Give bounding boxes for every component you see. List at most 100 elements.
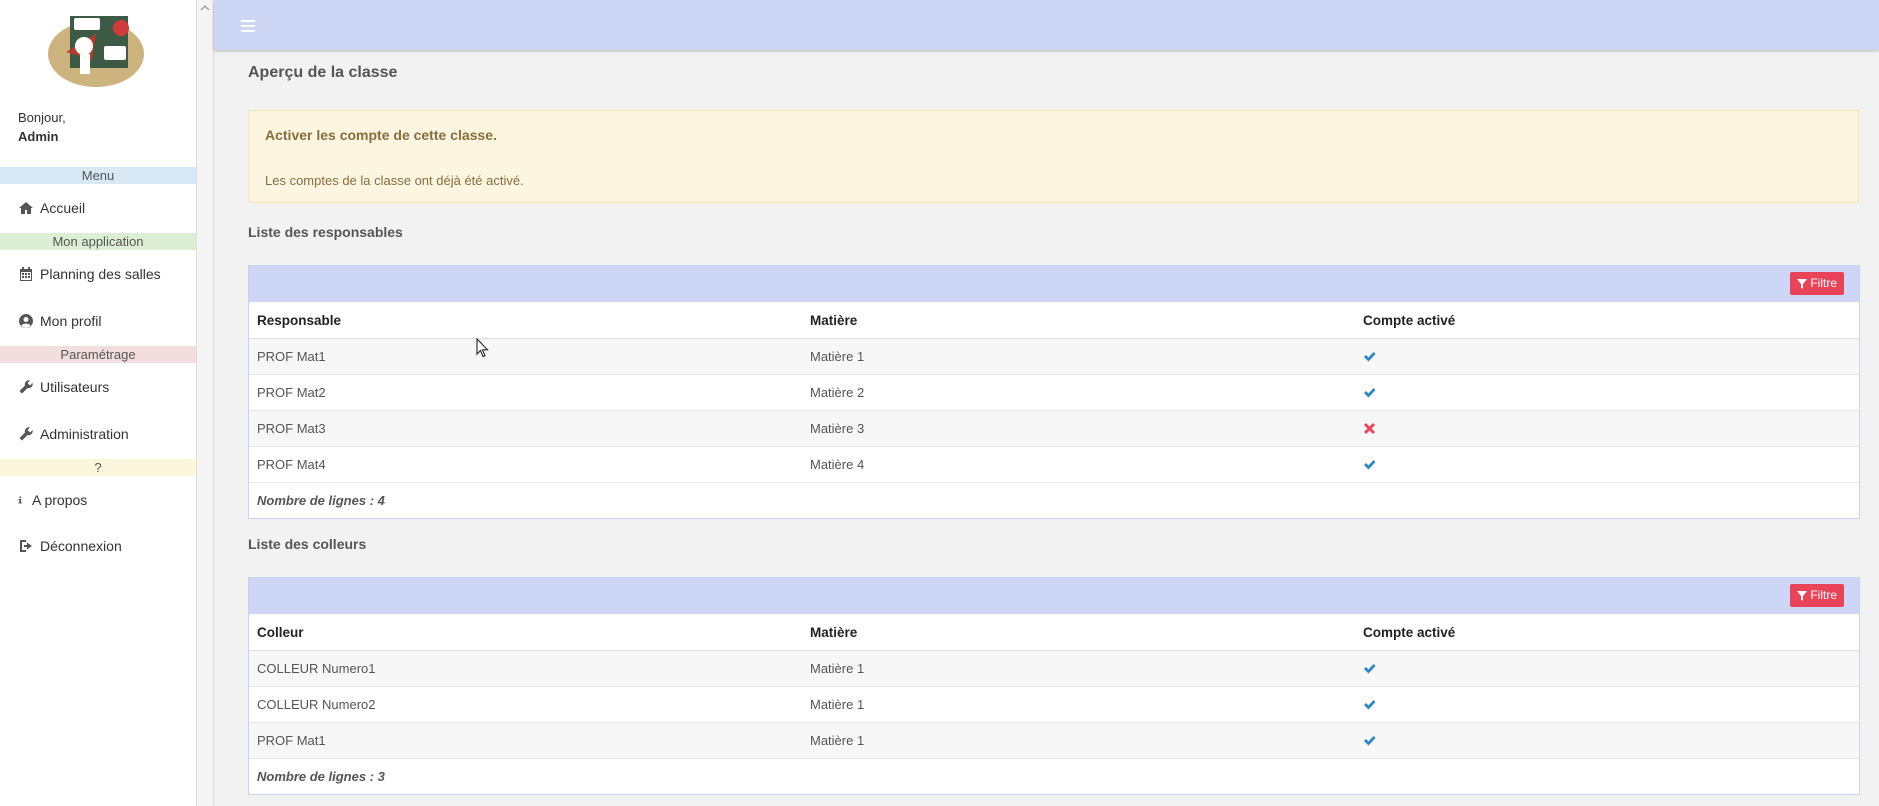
sidebar-scrollbar[interactable] bbox=[197, 0, 214, 806]
section-help: ? bbox=[0, 459, 196, 476]
sidebar-item-users[interactable]: Utilisateurs bbox=[18, 376, 109, 398]
column-header[interactable]: Matière bbox=[802, 302, 1355, 339]
sidebar-item-label: Planning des salles bbox=[40, 266, 161, 282]
cell-subject: Matière 1 bbox=[802, 686, 1355, 723]
cell-active bbox=[1355, 410, 1859, 447]
section-menu: Menu bbox=[0, 167, 196, 184]
greeting: Bonjour, Admin bbox=[18, 108, 66, 146]
filter-icon bbox=[1797, 278, 1808, 289]
top-bar bbox=[214, 0, 1879, 50]
chevron-up-icon[interactable] bbox=[200, 3, 210, 13]
table-row[interactable]: PROF Mat3 Matière 3 bbox=[249, 410, 1859, 447]
responsables-heading: Liste des responsables bbox=[248, 224, 403, 240]
table-row[interactable]: COLLEUR Numero1 Matière 1 bbox=[249, 650, 1859, 687]
cell-active bbox=[1355, 686, 1859, 723]
wrench-icon bbox=[19, 427, 33, 441]
cell-name: PROF Mat2 bbox=[249, 374, 802, 411]
sidebar-item-label: Administration bbox=[40, 426, 129, 442]
sidebar-item-home[interactable]: Accueil bbox=[18, 197, 85, 219]
sidebar-item-label: Accueil bbox=[40, 200, 86, 216]
table-row[interactable]: COLLEUR Numero2 Matière 1 bbox=[249, 686, 1859, 723]
sidebar-item-label: Mon profil bbox=[40, 313, 102, 329]
filter-icon bbox=[1797, 590, 1808, 601]
sidebar-item-label: Utilisateurs bbox=[40, 379, 110, 395]
sidebar-item-admin[interactable]: Administration bbox=[18, 423, 129, 445]
page-title: Aperçu de la classe bbox=[248, 64, 398, 81]
sign-out-icon bbox=[20, 540, 32, 552]
sidebar-item-planning[interactable]: Planning des salles bbox=[18, 263, 161, 285]
sidebar-item-label: A propos bbox=[32, 492, 88, 508]
row-count-text: Nombre de lignes : 3 bbox=[257, 769, 385, 784]
activation-alert: Activer les compte de cette classe. Les … bbox=[248, 110, 1859, 203]
table-header-row: Responsable Matière Compte activé bbox=[249, 302, 1859, 339]
check-icon bbox=[1364, 388, 1376, 398]
cell-active bbox=[1355, 338, 1859, 375]
table-row[interactable]: PROF Mat1 Matière 1 bbox=[249, 338, 1859, 375]
info-icon bbox=[18, 496, 22, 504]
home-icon bbox=[19, 202, 33, 214]
filter-label: Filtre bbox=[1810, 588, 1837, 602]
responsables-table: Responsable Matière Compte activé PROF M… bbox=[249, 302, 1859, 518]
cell-subject: Matière 1 bbox=[802, 338, 1355, 375]
alert-message: Les comptes de la classe ont déjà été ac… bbox=[265, 173, 524, 188]
table-header-row: Colleur Matière Compte activé bbox=[249, 614, 1859, 651]
column-header[interactable]: Colleur bbox=[249, 614, 802, 651]
row-count: Nombre de lignes : 4 bbox=[249, 483, 1859, 519]
table-row[interactable]: PROF Mat2 Matière 2 bbox=[249, 374, 1859, 411]
times-icon bbox=[1364, 423, 1375, 434]
cell-name: PROF Mat3 bbox=[249, 410, 802, 447]
check-icon bbox=[1364, 664, 1376, 674]
table-row[interactable]: PROF Mat4 Matière 4 bbox=[249, 446, 1859, 483]
check-icon bbox=[1364, 460, 1376, 470]
cell-active bbox=[1355, 374, 1859, 411]
calendar-icon bbox=[20, 267, 32, 281]
sidebar-item-label: Déconnexion bbox=[40, 538, 122, 554]
cell-subject: Matière 3 bbox=[802, 410, 1355, 447]
cell-name: PROF Mat1 bbox=[249, 722, 802, 759]
cell-subject: Matière 1 bbox=[802, 722, 1355, 759]
greeting-text: Bonjour, bbox=[18, 110, 66, 125]
wrench-icon bbox=[19, 380, 33, 394]
check-icon bbox=[1364, 736, 1376, 746]
filter-label: Filtre bbox=[1810, 276, 1837, 290]
current-user: Admin bbox=[18, 129, 59, 144]
row-count: Nombre de lignes : 3 bbox=[249, 759, 1859, 795]
column-header[interactable]: Compte activé bbox=[1355, 302, 1859, 339]
mouse-cursor-icon bbox=[476, 338, 489, 358]
filter-button[interactable]: Filtre bbox=[1790, 584, 1844, 607]
cell-subject: Matière 1 bbox=[802, 650, 1355, 687]
section-settings: Paramétrage bbox=[0, 346, 196, 363]
check-icon bbox=[1364, 352, 1376, 362]
menu-toggle-icon[interactable] bbox=[241, 20, 255, 32]
colleurs-heading: Liste des colleurs bbox=[248, 536, 367, 552]
cell-active bbox=[1355, 446, 1859, 483]
responsables-panel: Filtre Responsable Matière Compte activé… bbox=[248, 265, 1860, 519]
cell-active bbox=[1355, 650, 1859, 687]
alert-title[interactable]: Activer les compte de cette classe. bbox=[265, 127, 497, 143]
cell-subject: Matière 4 bbox=[802, 446, 1355, 483]
section-app: Mon application bbox=[0, 233, 196, 250]
app-logo[interactable] bbox=[46, 6, 146, 88]
column-header[interactable]: Compte activé bbox=[1355, 614, 1859, 651]
filter-button[interactable]: Filtre bbox=[1790, 272, 1844, 295]
sidebar-item-about[interactable]: A propos bbox=[18, 489, 87, 511]
cell-name: COLLEUR Numero2 bbox=[249, 686, 802, 723]
user-circle-icon bbox=[19, 314, 34, 328]
colleurs-table: Colleur Matière Compte activé COLLEUR Nu… bbox=[249, 614, 1859, 794]
cell-name: PROF Mat1 bbox=[249, 338, 802, 375]
sidebar: Bonjour, Admin Menu Accueil Mon applicat… bbox=[0, 0, 197, 806]
panel-header: Filtre bbox=[249, 578, 1859, 614]
sidebar-item-profile[interactable]: Mon profil bbox=[18, 310, 101, 332]
cell-name: PROF Mat4 bbox=[249, 446, 802, 483]
cell-active bbox=[1355, 722, 1859, 759]
sidebar-item-logout[interactable]: Déconnexion bbox=[18, 535, 122, 557]
column-header[interactable]: Responsable bbox=[249, 302, 802, 339]
panel-header: Filtre bbox=[249, 266, 1859, 302]
row-count-text: Nombre de lignes : 4 bbox=[257, 493, 385, 508]
check-icon bbox=[1364, 700, 1376, 710]
colleurs-panel: Filtre Colleur Matière Compte activé COL… bbox=[248, 577, 1860, 795]
column-header[interactable]: Matière bbox=[802, 614, 1355, 651]
table-row[interactable]: PROF Mat1 Matière 1 bbox=[249, 722, 1859, 759]
cell-subject: Matière 2 bbox=[802, 374, 1355, 411]
cell-name: COLLEUR Numero1 bbox=[249, 650, 802, 687]
